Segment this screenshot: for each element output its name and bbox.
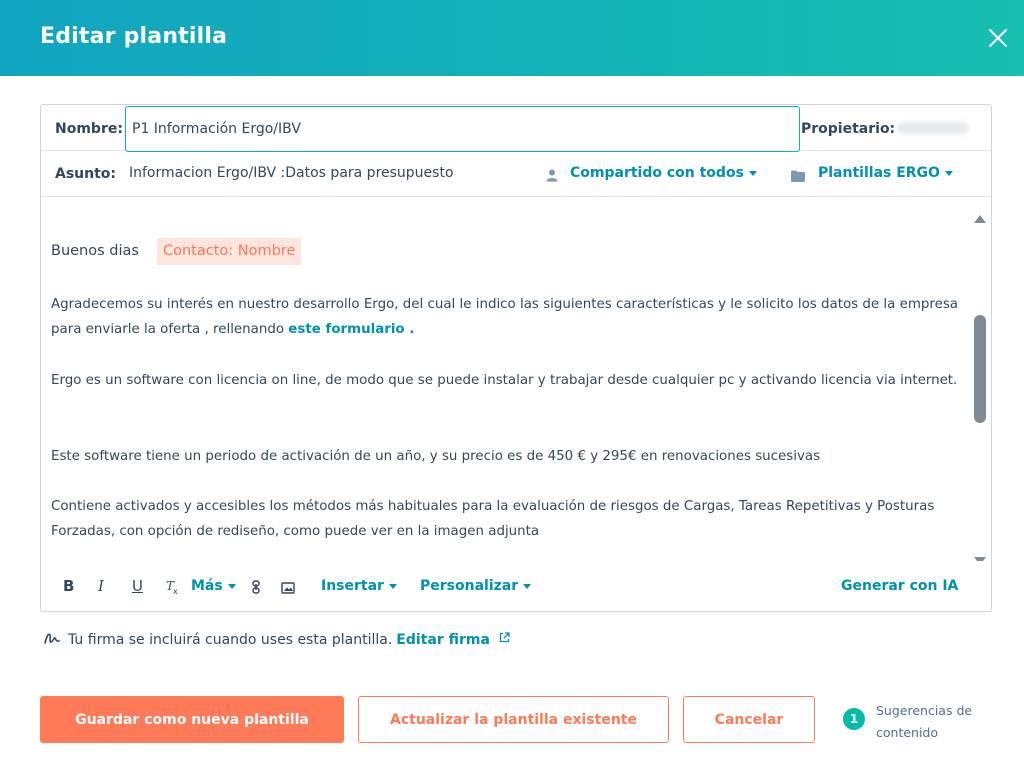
paragraph-1-text: Agradecemos su interés en nuestro desarr…	[51, 297, 958, 337]
owner-label: Propietario:	[801, 121, 896, 137]
edit-signature-link[interactable]: Editar firma	[396, 632, 490, 648]
more-dropdown-label: Más	[191, 578, 223, 594]
scroll-up-arrow[interactable]	[973, 209, 987, 223]
link-icon[interactable]	[251, 580, 261, 598]
paragraph-3: Este software tiene un periodo de activa…	[51, 449, 821, 464]
suggestions-count-badge[interactable]: 1	[843, 708, 865, 730]
personalize-dropdown-label: Personalizar	[420, 578, 519, 594]
subject-label: Asunto:	[55, 166, 117, 182]
signature-note: Tu firma se incluirá cuando uses esta pl…	[44, 631, 511, 649]
folder-dropdown[interactable]: Plantillas ERGO	[818, 165, 953, 181]
image-icon[interactable]	[281, 580, 295, 598]
folder-icon	[791, 167, 805, 186]
italic-button[interactable]: I	[98, 577, 104, 595]
dialog-title: Editar plantilla	[40, 24, 228, 49]
owner-value-redacted	[897, 122, 969, 134]
bold-button[interactable]: B	[63, 577, 74, 595]
greeting-text: Buenos dias	[51, 243, 139, 259]
underline-button[interactable]: U	[132, 577, 143, 595]
subject-input[interactable]: Informacion Ergo/IBV :Datos para presupu…	[129, 165, 454, 181]
subject-row: Asunto: Informacion Ergo/IBV :Datos para…	[41, 151, 991, 197]
chevron-down-icon	[748, 170, 757, 176]
more-dropdown[interactable]: Más	[191, 578, 236, 594]
name-label: Nombre:	[55, 121, 123, 137]
form-link[interactable]: este formulario .	[288, 322, 414, 337]
scrollbar-thumb[interactable]	[974, 315, 986, 423]
personalize-dropdown[interactable]: Personalizar	[420, 578, 532, 594]
chevron-down-icon	[944, 170, 953, 176]
paragraph-1: Agradecemos su interés en nuestro desarr…	[51, 292, 961, 342]
close-icon[interactable]	[986, 26, 1010, 50]
chevron-down-icon	[523, 583, 532, 589]
name-input[interactable]	[125, 106, 800, 152]
svg-text:x: x	[173, 587, 178, 595]
cancel-button[interactable]: Cancelar	[683, 696, 815, 743]
paragraph-4: Contiene activados y accesibles los méto…	[51, 499, 935, 539]
share-dropdown-label: Compartido con todos	[570, 165, 744, 181]
clear-format-icon[interactable]: Tx	[165, 579, 179, 599]
paragraph-2: Ergo es un software con licencia on line…	[51, 373, 958, 388]
greeting-line: Buenos dias Contacto: Nombre	[51, 238, 961, 265]
insert-dropdown-label: Insertar	[321, 578, 384, 594]
user-icon	[546, 167, 558, 186]
contact-name-token[interactable]: Contacto: Nombre	[156, 238, 302, 265]
external-link-icon[interactable]	[499, 631, 511, 647]
update-template-button[interactable]: Actualizar la plantilla existente	[358, 696, 669, 743]
dialog-header: Editar plantilla	[0, 0, 1024, 76]
folder-dropdown-label: Plantillas ERGO	[818, 165, 940, 181]
scroll-down-arrow[interactable]	[973, 551, 987, 561]
signature-text: Tu firma se incluirá cuando uses esta pl…	[68, 632, 393, 648]
save-as-new-template-button[interactable]: Guardar como nueva plantilla	[40, 696, 344, 743]
chevron-down-icon	[388, 583, 397, 589]
email-body[interactable]: Buenos dias Contacto: Nombre Agradecemos …	[41, 197, 991, 561]
share-dropdown[interactable]: Compartido con todos	[570, 165, 757, 181]
signature-icon	[44, 631, 60, 649]
template-editor: Nombre: Propietario: Asunto: Informacion…	[40, 104, 992, 612]
generate-ai-button[interactable]: Generar con IA	[841, 578, 958, 594]
content-suggestions-link[interactable]: Sugerencias de contenido	[876, 700, 996, 744]
insert-dropdown[interactable]: Insertar	[321, 578, 397, 594]
chevron-down-icon	[227, 583, 236, 589]
editor-toolbar: B I U Tx Más Insertar Personalizar Gener…	[41, 561, 991, 613]
name-row: Nombre: Propietario:	[41, 105, 991, 152]
